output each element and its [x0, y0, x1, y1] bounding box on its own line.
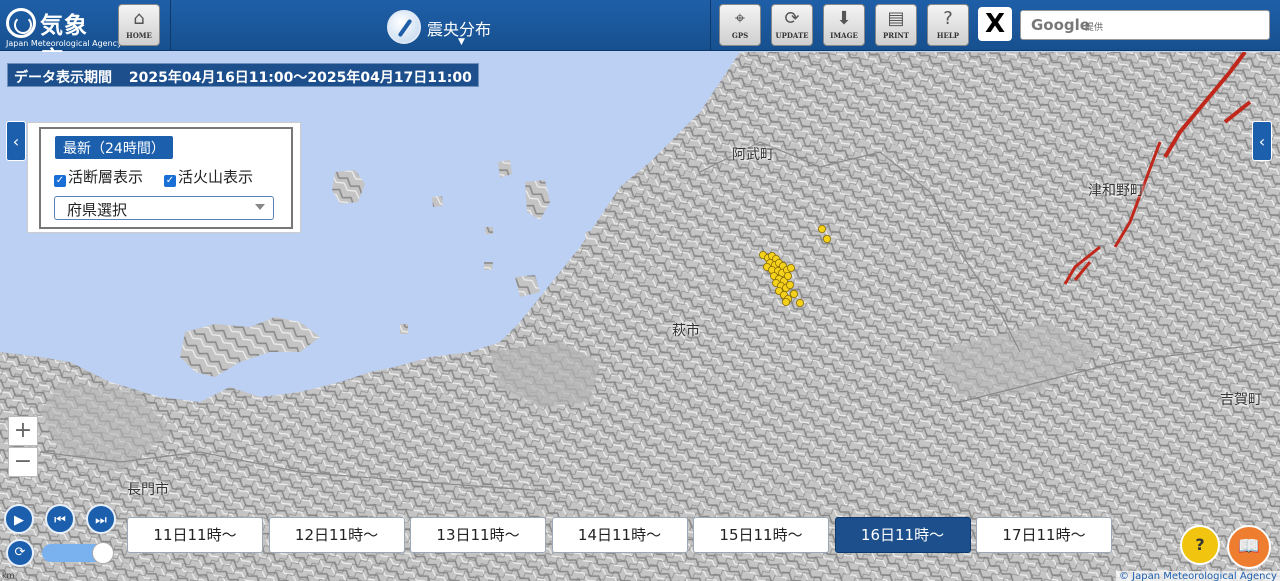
epicenter-marker[interactable] [790, 289, 799, 298]
home-label: HOME [126, 31, 152, 40]
header-divider [170, 0, 171, 51]
zoom-in-button[interactable]: + [8, 416, 38, 446]
legend-button[interactable]: ? [1180, 525, 1220, 565]
jma-logo-icon [6, 8, 36, 38]
image-button[interactable]: ⬇ IMAGE [823, 4, 865, 46]
house-icon: ⌂ [133, 8, 145, 29]
gps-button[interactable]: ⌖ GPS [719, 4, 761, 46]
skip-forward-icon: ⏭ [95, 513, 107, 528]
toggle-knob [92, 542, 114, 564]
legend-icon: ? [1195, 535, 1205, 554]
epicenter-marker[interactable] [818, 224, 827, 233]
play-button[interactable]: ▶ [4, 504, 34, 534]
download-icon: ⬇ [836, 8, 852, 29]
day-button[interactable]: 11日11時〜 [127, 517, 263, 553]
checkbox-checked-icon: ✓ [54, 175, 66, 187]
scale-bar-label: km [2, 571, 15, 580]
day-button[interactable]: 15日11時〜 [693, 517, 829, 553]
epicenter-marker[interactable] [787, 263, 796, 272]
caret-down-icon [255, 204, 265, 210]
epicenter-marker[interactable] [796, 298, 805, 307]
place-label: 阿武町 [732, 147, 774, 163]
active-volcano-checkbox[interactable]: ✓ 活火山表示 [164, 166, 253, 187]
active-fault-label: 活断層表示 [68, 168, 144, 186]
help-button[interactable]: ? HELP [927, 4, 969, 46]
period-label: データ表示期間 [14, 70, 112, 86]
place-label: 萩市 [672, 323, 700, 339]
update-button[interactable]: ⟳ UPDATE [771, 4, 813, 46]
caret-down-icon: ▼ [458, 37, 465, 47]
header-bar: 気象庁 Japan Meteorological Agency ⌂ HOME 震… [0, 0, 1280, 73]
update-label: UPDATE [775, 31, 809, 40]
day-button[interactable]: 14日11時〜 [551, 517, 688, 553]
skip-back-icon: ⏮ [54, 513, 66, 528]
jma-logo[interactable]: 気象庁 Japan Meteorological Agency [6, 6, 122, 73]
search-provider-label: 提供 [1085, 23, 1104, 33]
refresh-icon: ⟳ [784, 8, 800, 29]
play-icon: ▶ [14, 513, 24, 528]
data-period-bar: データ表示期間 2025年04月16日11:00～2025年04月17日11:0… [7, 63, 479, 87]
day-button[interactable]: 16日11時〜 [834, 517, 971, 553]
day-button[interactable]: 12日11時〜 [268, 517, 405, 553]
x-share-button[interactable]: X [978, 7, 1012, 41]
question-icon: ? [943, 8, 953, 29]
active-fault-checkbox[interactable]: ✓ 活断層表示 [54, 166, 143, 187]
manual-button[interactable]: 📖 [1227, 525, 1271, 569]
epicenter-marker[interactable] [784, 271, 793, 280]
print-label: PRINT [883, 31, 909, 40]
day-button[interactable]: 13日11時〜 [410, 517, 546, 553]
skip-back-button[interactable]: ⏮ [45, 504, 75, 534]
active-volcano-label: 活火山表示 [178, 168, 254, 186]
copyright: © Japan Meteorological Agency [1116, 571, 1280, 581]
skip-forward-button[interactable]: ⏭ [86, 504, 116, 534]
latest-24h-button[interactable]: 最新（24時間） [55, 136, 173, 159]
logo-text-en: Japan Meteorological Agency [6, 39, 122, 48]
epicenter-marker[interactable] [786, 280, 795, 289]
epicenter-marker[interactable] [823, 234, 832, 243]
day-button[interactable]: 17日11時〜 [976, 517, 1112, 553]
book-icon: 📖 [1237, 536, 1261, 557]
checkbox-checked-icon: ✓ [164, 175, 176, 187]
zoom-out-button[interactable]: − [8, 447, 38, 477]
place-label: 津和野町 [1088, 183, 1144, 199]
auto-update-icon[interactable]: ⟳ [6, 539, 34, 567]
print-button[interactable]: ▤ PRINT [875, 4, 917, 46]
place-label: 長門市 [127, 482, 169, 498]
chevron-left-icon: ‹ [12, 132, 20, 151]
chevron-left-icon: ‹ [1258, 132, 1266, 151]
home-button[interactable]: ⌂ HOME [118, 4, 160, 46]
help-label: HELP [936, 31, 960, 40]
left-panel-toggle[interactable]: ‹ [6, 121, 26, 161]
prefecture-select-label: 府県選択 [67, 201, 128, 219]
prefecture-select[interactable]: 府県選択 [54, 196, 274, 220]
place-label: 吉賀町 [1220, 392, 1262, 408]
x-logo-icon: X [984, 9, 1006, 39]
auto-update-toggle[interactable] [42, 542, 114, 564]
header-divider [710, 0, 711, 51]
image-label: IMAGE [830, 31, 858, 40]
printer-icon: ▤ [887, 8, 905, 29]
gps-label: GPS [731, 31, 749, 40]
epicenter-marker[interactable] [782, 297, 791, 306]
globe-icon [387, 10, 421, 44]
period-value: 2025年04月16日11:00～2025年04月17日11:00 [128, 70, 472, 86]
right-panel-toggle[interactable]: ‹ [1252, 121, 1272, 161]
crosshair-icon: ⌖ [734, 8, 746, 29]
google-search-box[interactable]: Google 提供 [1020, 10, 1270, 40]
google-brand: Google [1031, 16, 1090, 34]
